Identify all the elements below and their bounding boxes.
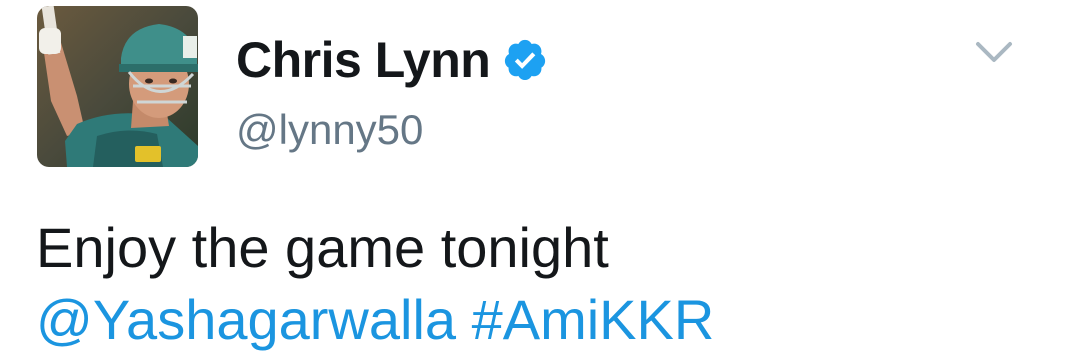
profile-photo-icon	[37, 6, 198, 167]
hashtag-link[interactable]: #AmiKKR	[472, 288, 715, 351]
tweet-text-line-links: @Yashagarwalla #AmiKKR	[36, 284, 1046, 356]
author-handle[interactable]: @lynny50	[236, 106, 423, 154]
display-name[interactable]: Chris Lynn	[236, 31, 491, 89]
tweet-text-line: Enjoy the game tonight	[36, 216, 609, 279]
chevron-down-icon[interactable]	[974, 36, 1014, 66]
avatar[interactable]	[37, 6, 198, 167]
mention-link[interactable]: @Yashagarwalla	[36, 288, 456, 351]
author-name-row[interactable]: Chris Lynn	[236, 30, 548, 90]
verified-badge-icon	[505, 39, 546, 80]
tweet-text: Enjoy the game tonight @Yashagarwalla #A…	[36, 212, 1046, 356]
